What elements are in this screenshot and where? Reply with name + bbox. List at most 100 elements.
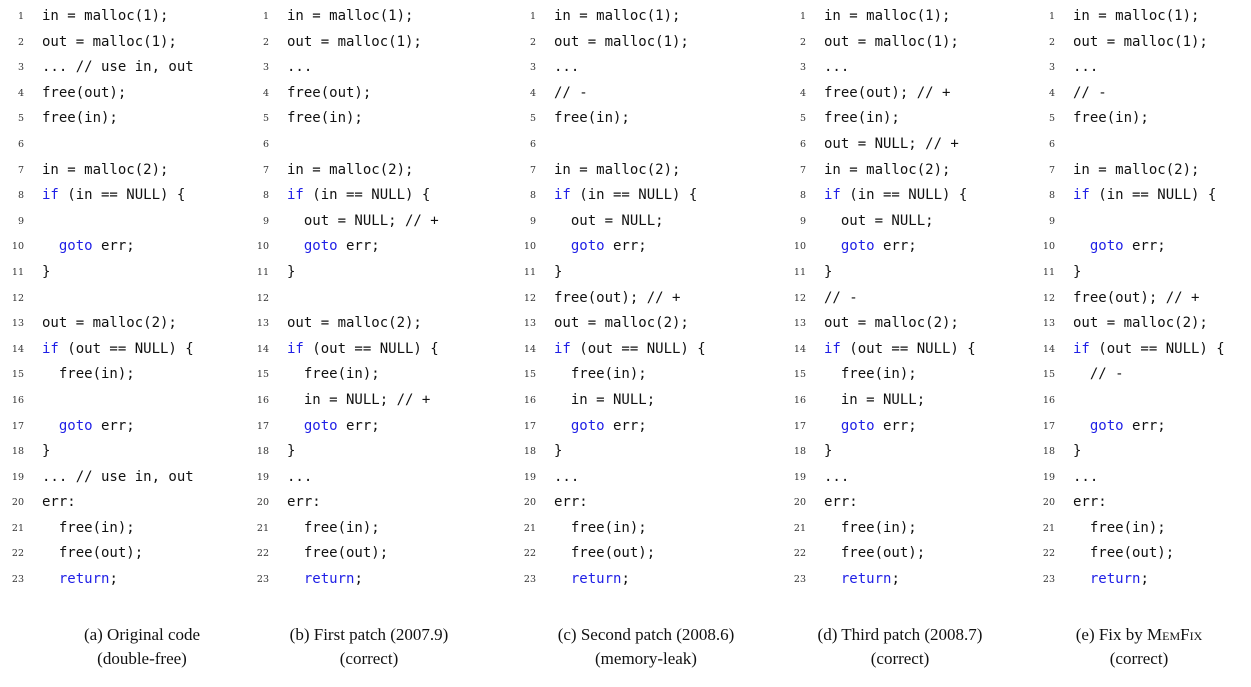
- line-number: 15: [11, 369, 24, 381]
- keyword: if: [42, 187, 59, 204]
- code-text: free(in);: [554, 110, 630, 127]
- line-number: 21: [1042, 522, 1055, 534]
- line-number: 13: [793, 318, 806, 330]
- code-text: free(in);: [287, 519, 380, 536]
- keyword: goto: [58, 238, 93, 255]
- code-text: err:: [1073, 494, 1107, 511]
- line-number: 4: [1048, 87, 1055, 99]
- line-number: 10: [11, 241, 24, 253]
- line-number: 3: [529, 62, 536, 74]
- code-text: in = NULL; // +: [287, 391, 431, 408]
- line-number: 14: [523, 343, 536, 355]
- line-number: 22: [523, 548, 536, 560]
- code-text: in = malloc(1);: [554, 8, 681, 24]
- line-number: 3: [1048, 62, 1055, 74]
- code-text: }: [554, 443, 563, 460]
- code-text: ... // use in, out: [42, 468, 194, 485]
- line-number: 1: [17, 11, 24, 22]
- code-text: free(in);: [287, 366, 380, 383]
- code-text: if (in == NULL) {: [554, 187, 698, 204]
- line-number: 20: [793, 497, 806, 509]
- caption-prefix: (e) Fix by: [1075, 625, 1148, 644]
- line-number: 18: [1042, 446, 1055, 458]
- caption-first-patch: (b) First patch (2007.9) (correct): [266, 623, 472, 671]
- line-number: 14: [793, 343, 806, 355]
- caption-third-patch: (d) Third patch (2008.7) (correct): [794, 623, 1006, 671]
- caption-title: (e) Fix by MemFix: [1039, 623, 1239, 647]
- code-text: goto err;: [840, 238, 917, 255]
- code-text: in = malloc(1);: [42, 8, 169, 24]
- line-number: 11: [523, 266, 536, 278]
- line-number: 15: [793, 369, 806, 381]
- line-number: 4: [799, 87, 806, 99]
- line-number: 5: [1048, 113, 1055, 125]
- code-text: free(out);: [287, 84, 372, 101]
- code-text: out = malloc(1);: [287, 33, 422, 50]
- caption-verdict: (correct): [870, 649, 930, 668]
- line-number: 19: [523, 471, 536, 483]
- keyword: goto: [1089, 238, 1124, 255]
- caption-verdict: (double-free): [97, 649, 187, 668]
- line-number: 18: [256, 446, 269, 458]
- line-number: 17: [256, 420, 269, 432]
- line-number: 1: [1048, 11, 1055, 22]
- line-number: 11: [793, 266, 806, 278]
- caption-verdict: (memory-leak): [595, 649, 697, 668]
- caption-title: (b) First patch (2007.9): [289, 625, 449, 644]
- code-text: goto err;: [570, 238, 647, 255]
- line-number: 19: [1042, 471, 1055, 483]
- code-text: if (in == NULL) {: [42, 187, 186, 204]
- line-number: 21: [793, 522, 806, 534]
- line-number: 9: [17, 215, 24, 227]
- line-number: 12: [523, 292, 536, 304]
- line-number: 16: [11, 394, 24, 406]
- caption-second-patch: (c) Second patch (2008.6) (memory-leak): [523, 623, 769, 671]
- keyword: return: [840, 571, 892, 588]
- code-text: // -: [1073, 84, 1107, 101]
- line-number: 1: [262, 11, 269, 22]
- keyword: if: [824, 187, 841, 204]
- line-number: 16: [793, 394, 806, 406]
- code-text: goto err;: [1089, 238, 1166, 255]
- line-number: 8: [529, 190, 536, 202]
- code-text: }: [554, 263, 563, 280]
- code-text: free(in);: [42, 110, 118, 127]
- code-text: out = malloc(1);: [1073, 33, 1208, 50]
- code-text: free(out);: [554, 545, 656, 562]
- code-text: }: [42, 263, 51, 280]
- code-text: free(in);: [824, 110, 900, 127]
- code-text: free(out); // +: [1073, 289, 1200, 306]
- keyword: goto: [840, 238, 875, 255]
- line-number: 2: [17, 36, 24, 48]
- line-number: 9: [529, 215, 536, 227]
- line-number: 6: [262, 138, 269, 150]
- line-number: 19: [793, 471, 806, 483]
- code-text: free(in);: [554, 519, 647, 536]
- caption-memfix: (e) Fix by MemFix (correct): [1039, 623, 1239, 671]
- code-text: ...: [287, 59, 313, 76]
- line-number: 12: [256, 292, 269, 304]
- line-number: 17: [793, 420, 806, 432]
- code-text: return;: [840, 571, 900, 588]
- line-number: 10: [256, 241, 269, 253]
- line-number: 12: [11, 292, 24, 304]
- line-number: 15: [256, 369, 269, 381]
- line-number: 19: [256, 471, 269, 483]
- line-number: 22: [256, 548, 269, 560]
- line-number: 11: [11, 266, 24, 278]
- keyword: return: [570, 571, 622, 588]
- line-number: 20: [256, 497, 269, 509]
- line-number: 2: [529, 36, 536, 48]
- code-text: }: [824, 263, 833, 280]
- code-text: if (in == NULL) {: [1073, 187, 1217, 204]
- line-number: 10: [793, 241, 806, 253]
- code-text: goto err;: [840, 417, 917, 434]
- line-number: 4: [262, 87, 269, 99]
- line-number: 13: [1042, 318, 1055, 330]
- code-text: in = NULL;: [554, 391, 656, 408]
- code-text: goto err;: [58, 417, 135, 434]
- line-number: 12: [793, 292, 806, 304]
- line-number: 23: [793, 574, 806, 586]
- code-text: out = NULL;: [824, 212, 934, 229]
- line-number: 17: [1042, 420, 1055, 432]
